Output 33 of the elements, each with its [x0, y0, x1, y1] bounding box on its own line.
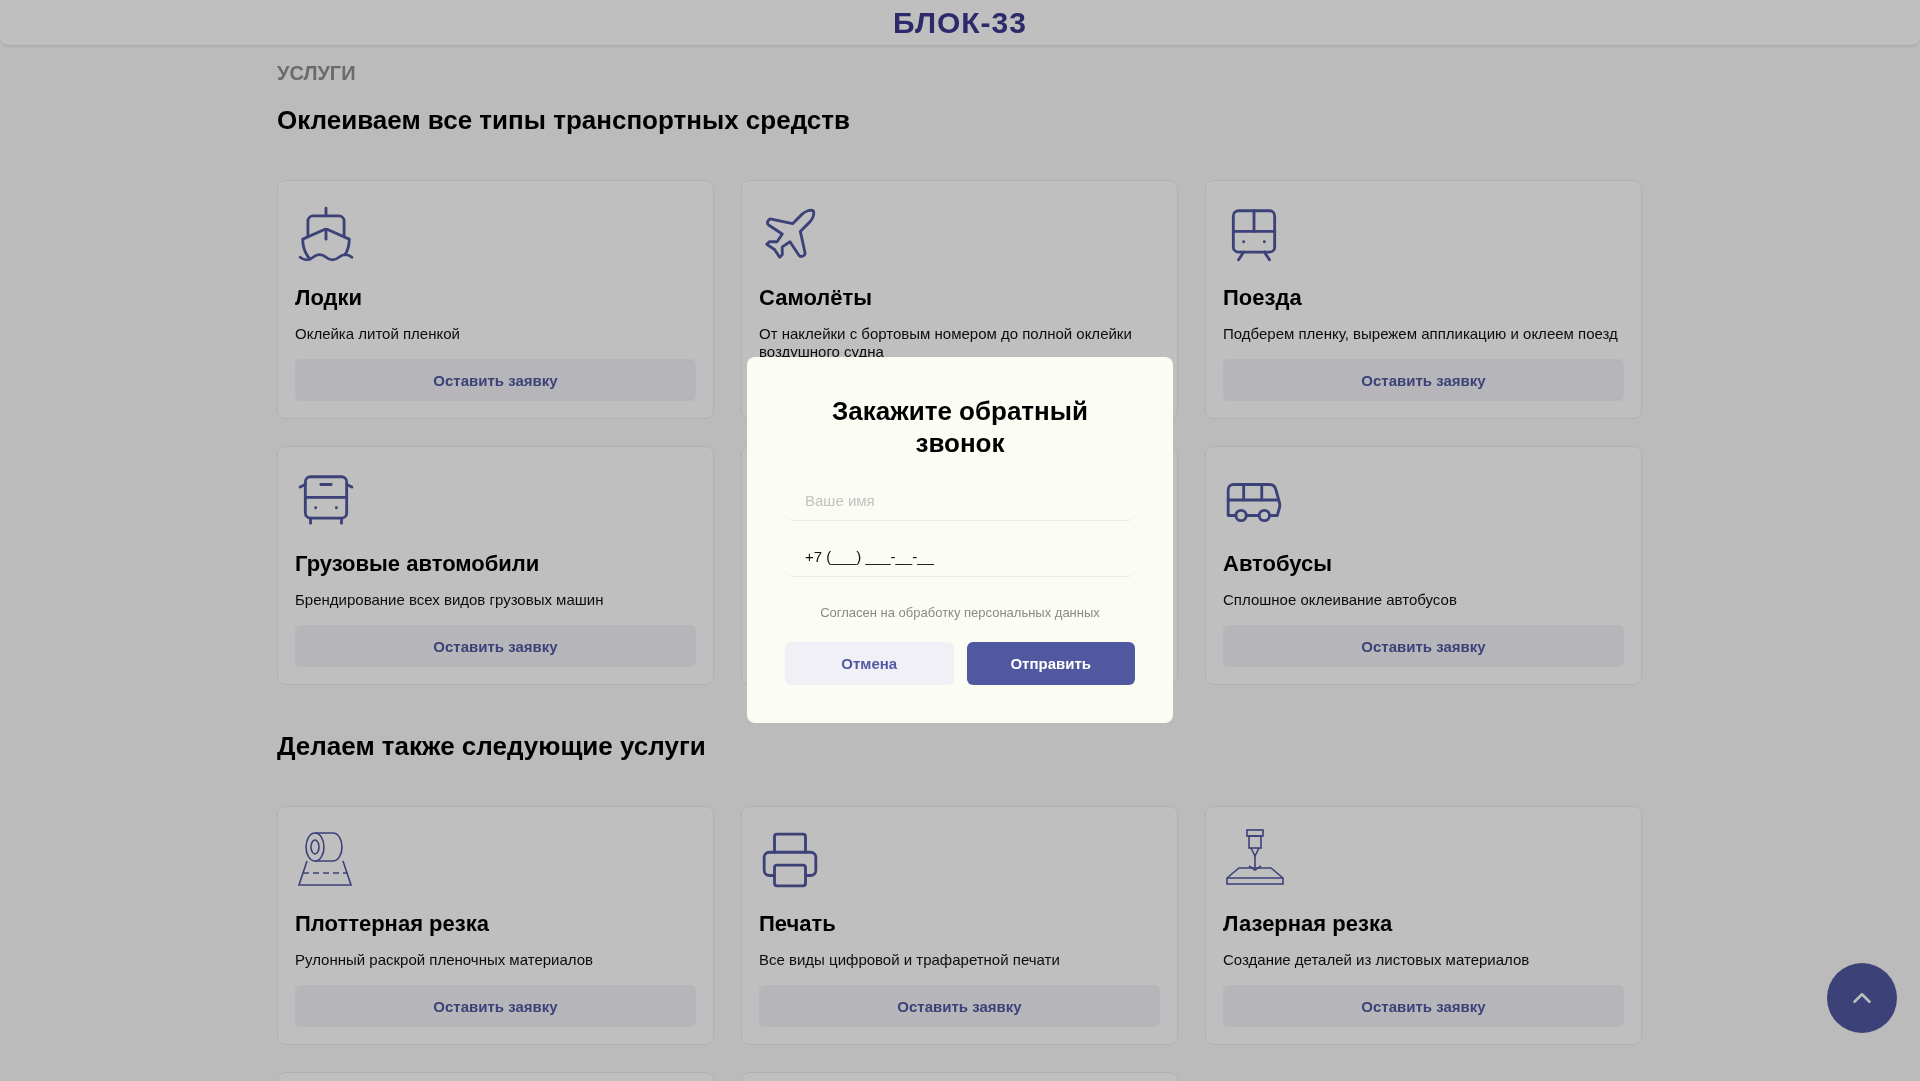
service-title: Автобусы	[1223, 551, 1334, 577]
request-button[interactable]: Оставить заявку	[1223, 985, 1624, 1027]
service-description: Создание деталей из листовых материалов	[1223, 951, 1531, 969]
section-title: Делаем также следующие услуги	[277, 731, 707, 762]
service-description: Оклейка литой пленкой	[295, 325, 461, 343]
service-title: Грузовые автомобили	[295, 551, 541, 577]
service-title: Самолёты	[759, 285, 874, 311]
service-title: Печать	[759, 911, 837, 937]
service-title: Поезда	[1223, 285, 1303, 311]
service-description: Сплошное оклеивание автобусов	[1223, 591, 1458, 609]
input-field[interactable]: Ваше имя	[785, 481, 1135, 521]
section-label: УСЛУГИ	[277, 62, 357, 85]
service-title: Плоттерная резка	[295, 911, 490, 937]
service-title: Лодки	[295, 285, 364, 311]
film-roll-icon	[295, 831, 355, 889]
request-button[interactable]: Оставить заявку	[295, 985, 696, 1027]
service-description: Все виды цифровой и трафаретной печати	[759, 951, 1061, 969]
service-description: Рулонный раскрой пленочных материалов	[295, 951, 595, 969]
request-button[interactable]: Оставить заявку	[295, 625, 696, 667]
cancel-button[interactable]: Отмена	[785, 642, 954, 685]
input-field[interactable]: +7 (___) ___-__-__	[785, 537, 1135, 577]
request-button[interactable]: Оставить заявку	[759, 985, 1160, 1027]
section-title: Оклеиваем все типы транспортных средств	[277, 105, 851, 136]
service-title: Лазерная резка	[1223, 911, 1394, 937]
request-button[interactable]: Оставить заявку	[295, 359, 696, 401]
request-button[interactable]: Оставить заявку	[1223, 359, 1624, 401]
service-description: Подберем пленку, вырежем аппликацию и оклеем поезд	[1223, 325, 1619, 343]
logo[interactable]: БЛОК-33	[893, 5, 1027, 40]
request-button[interactable]: Оставить заявку	[1223, 625, 1624, 667]
submit-button[interactable]: Отправить	[966, 642, 1135, 685]
service-description: Брендирование всех видов грузовых машин	[295, 591, 605, 609]
dialog-title: Закажите обратный звонок	[831, 395, 1089, 459]
consent-text: Согласен на обработку персональных данных	[820, 605, 1100, 620]
